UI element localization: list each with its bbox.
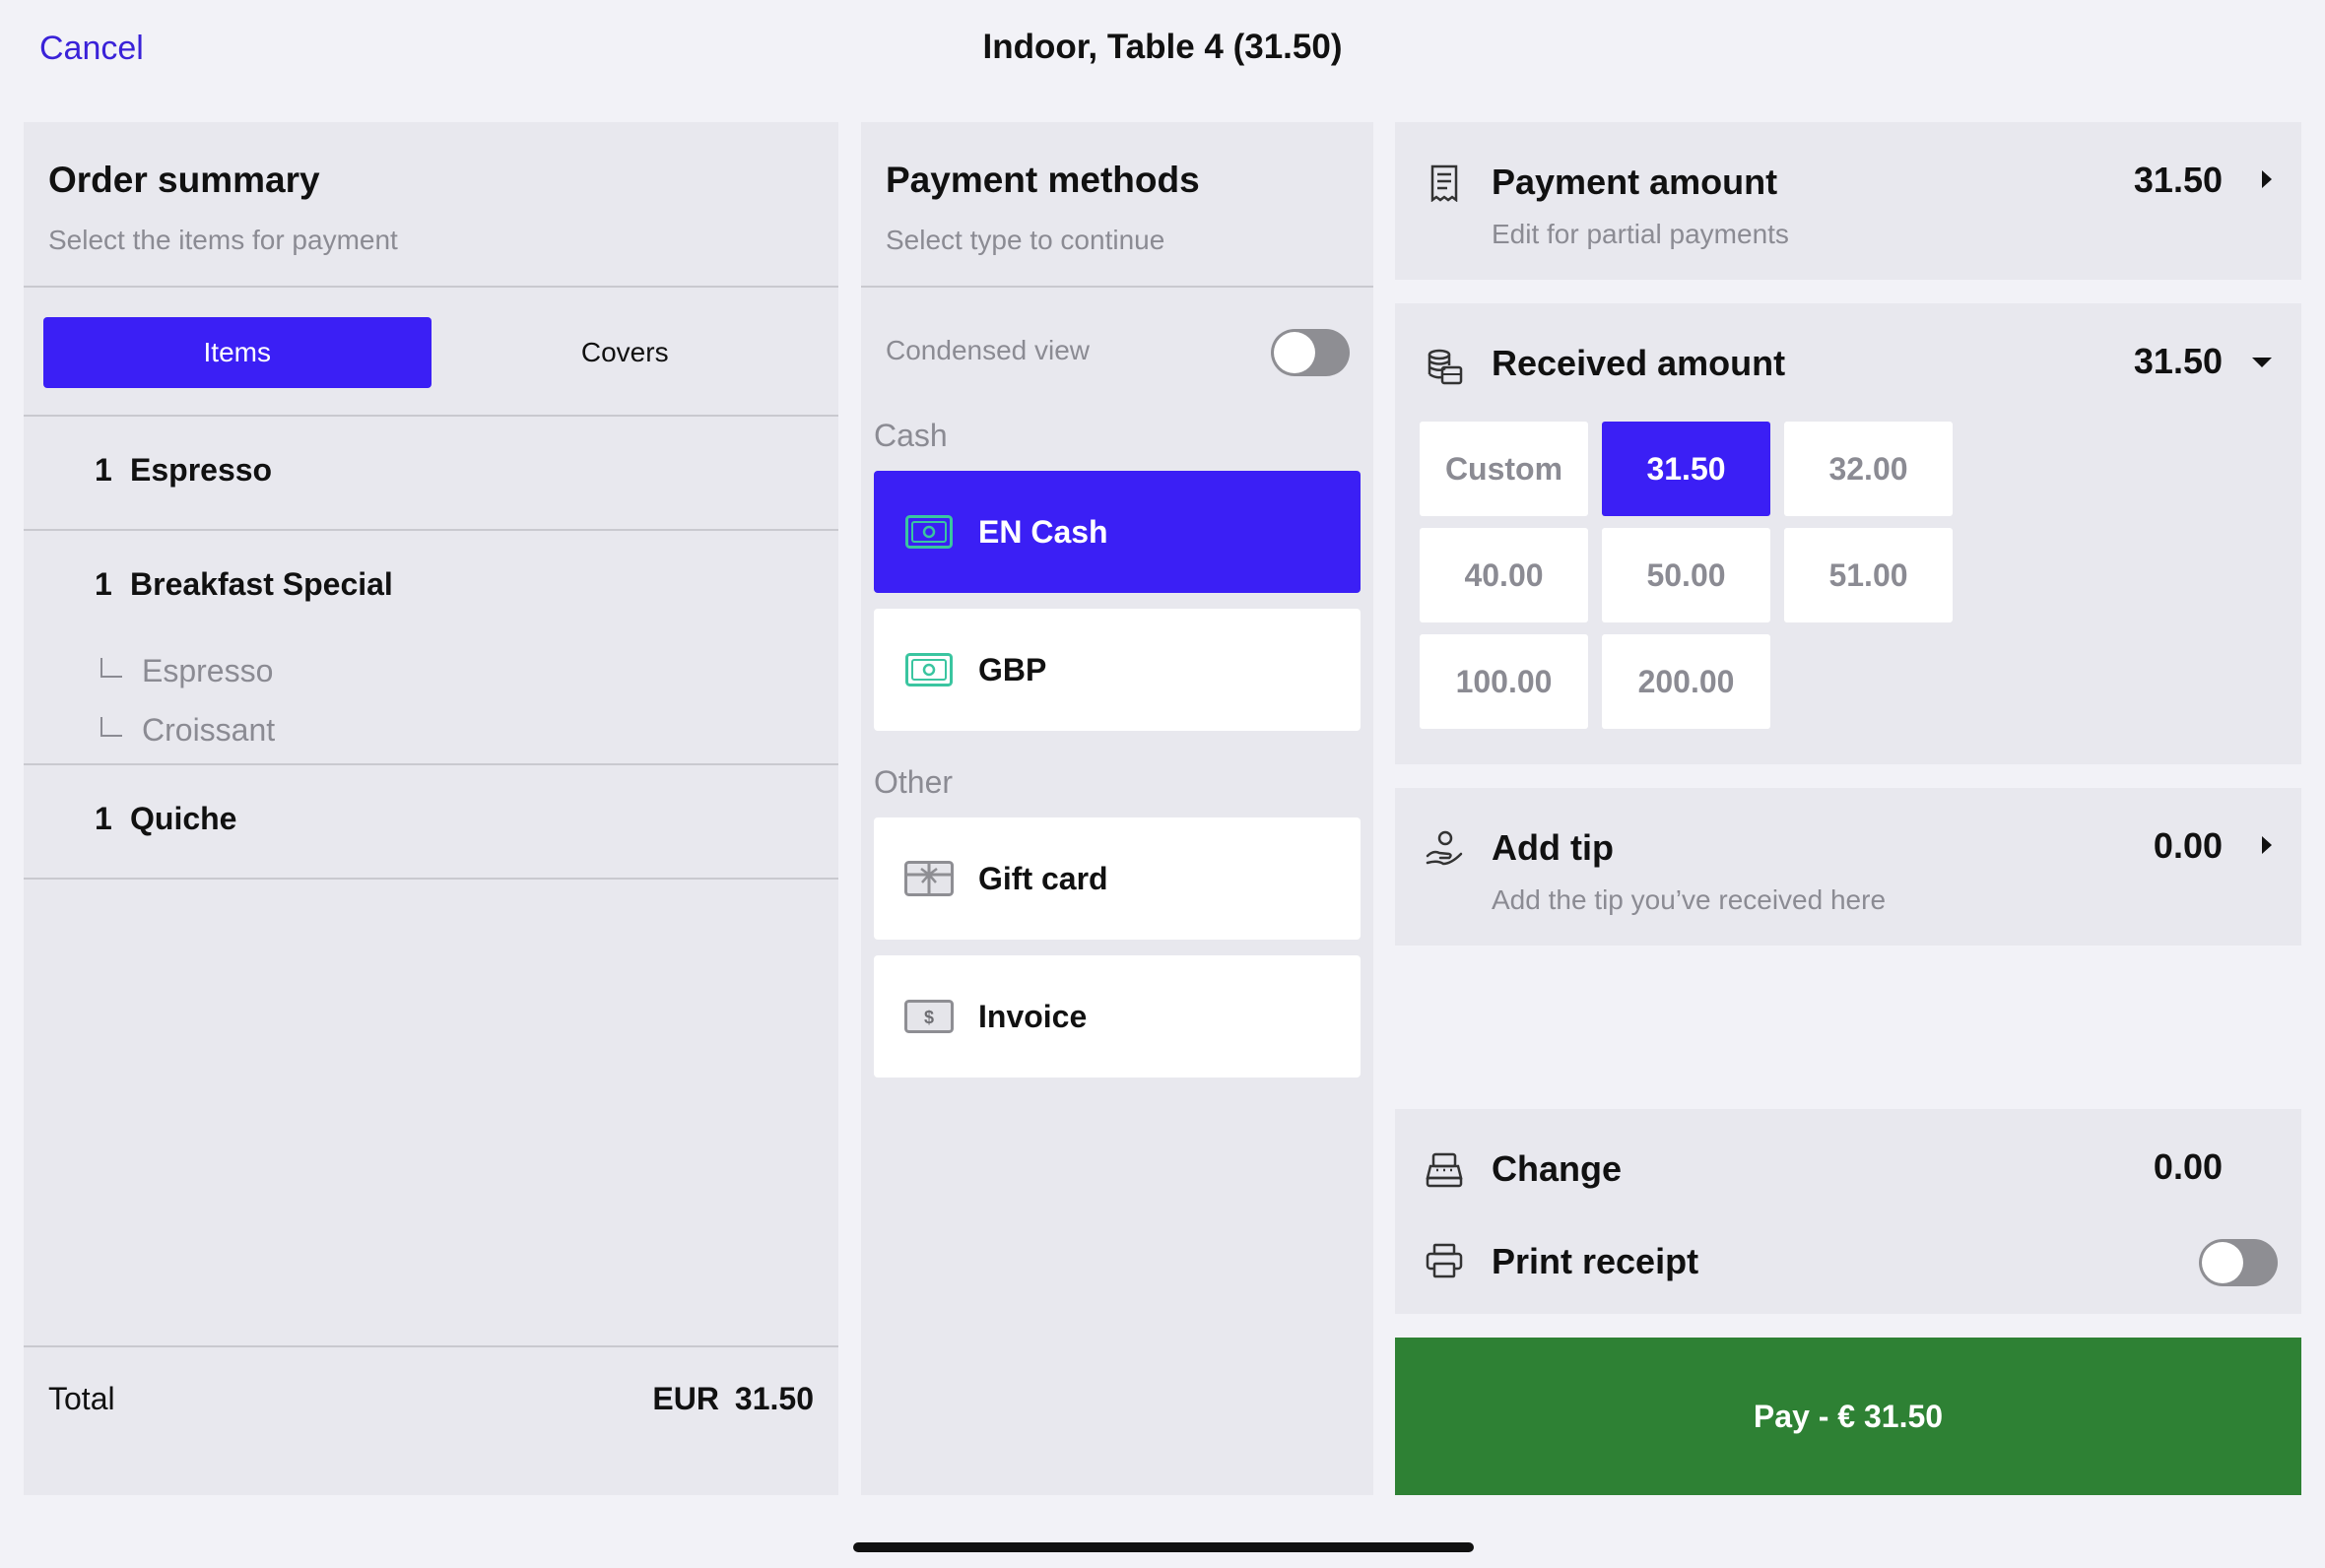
amount-option[interactable]: 40.00	[1420, 528, 1588, 622]
payment-method-gbp[interactable]: GBP	[874, 609, 1361, 731]
sub-item-corner-icon	[100, 717, 122, 737]
amount-option[interactable]: 200.00	[1602, 634, 1770, 729]
chevron-right-icon[interactable]	[2262, 170, 2272, 188]
condensed-view-toggle[interactable]	[1271, 329, 1350, 376]
modifier-name: Espresso	[142, 653, 274, 688]
hand-coin-icon	[1425, 829, 1464, 869]
payment-amount-subtitle: Edit for partial payments	[1492, 219, 1789, 249]
chevron-down-icon[interactable]	[2252, 358, 2272, 367]
sub-item-corner-icon	[100, 658, 122, 678]
change-title: Change	[1492, 1148, 1623, 1189]
total-label: Total	[48, 1381, 115, 1416]
page-title: Indoor, Table 4 (31.50)	[982, 28, 1343, 66]
amount-option[interactable]: 31.50	[1602, 422, 1770, 516]
amount-option[interactable]: 100.00	[1420, 634, 1588, 729]
coins-icon	[1425, 347, 1464, 386]
divider	[24, 1345, 838, 1347]
pay-button[interactable]: Pay - € 31.50	[1395, 1338, 2301, 1495]
order-item-qty: 1	[95, 452, 112, 488]
order-item-qty: 1	[95, 801, 112, 836]
amount-option[interactable]: 50.00	[1602, 528, 1770, 622]
print-receipt-toggle[interactable]	[2199, 1239, 2278, 1286]
amount-option[interactable]: 32.00	[1784, 422, 1953, 516]
tab-covers[interactable]: Covers	[432, 317, 820, 388]
print-receipt-title: Print receipt	[1492, 1241, 1699, 1281]
group-label-other: Other	[874, 764, 954, 800]
order-item-name: Quiche	[130, 801, 237, 836]
printer-icon	[1425, 1241, 1464, 1280]
amount-option[interactable]: 51.00	[1784, 528, 1953, 622]
total-value: EUR 31.50	[636, 1381, 814, 1417]
tip-value: 0.00	[2153, 825, 2223, 866]
payment-methods-title: Payment methods	[886, 160, 1200, 200]
add-tip-title: Add tip	[1492, 827, 1614, 868]
order-item-espresso[interactable]: 1 Espresso	[24, 417, 838, 531]
payment-methods-panel: Payment methods Select type to continue …	[861, 122, 1373, 1495]
items-covers-segmented-control: Items Covers	[43, 317, 819, 388]
payment-method-en-cash[interactable]: EN Cash	[874, 471, 1361, 593]
order-item-main: 1 Espresso	[95, 452, 272, 489]
add-tip-card[interactable]: Add tip Add the tip you’ve received here…	[1395, 788, 2301, 946]
cash-icon	[903, 650, 955, 689]
order-item-modifier: Espresso	[100, 653, 273, 689]
chevron-right-icon[interactable]	[2262, 836, 2272, 854]
payment-method-label: EN Cash	[978, 513, 1108, 550]
svg-text:$: $	[924, 1008, 934, 1027]
order-item-breakfast-special[interactable]: 1 Breakfast Special Espresso Croissant	[24, 531, 838, 765]
group-label-cash: Cash	[874, 418, 948, 453]
order-item-main: 1 Quiche	[95, 801, 236, 837]
receipt-icon	[1425, 163, 1464, 203]
order-summary-subtitle: Select the items for payment	[48, 225, 398, 255]
payment-amount-title: Payment amount	[1492, 162, 1778, 202]
payment-methods-header: Payment methods Select type to continue	[861, 122, 1373, 288]
tab-items[interactable]: Items	[43, 317, 432, 388]
order-summary-header: Order summary Select the items for payme…	[24, 122, 838, 288]
order-summary-panel: Order summary Select the items for payme…	[24, 122, 838, 1495]
home-indicator	[853, 1542, 1474, 1552]
order-item-qty: 1	[95, 566, 112, 602]
payment-method-gift-card[interactable]: Gift card	[874, 817, 1361, 940]
order-summary-title: Order summary	[48, 160, 320, 200]
payment-methods-subtitle: Select type to continue	[886, 225, 1165, 255]
invoice-icon: $	[903, 997, 955, 1036]
gift-card-icon	[903, 859, 955, 898]
order-item-name: Espresso	[130, 452, 273, 488]
order-item-name: Breakfast Special	[130, 566, 393, 602]
modifier-name: Croissant	[142, 712, 276, 748]
payment-method-label: GBP	[978, 651, 1047, 687]
total-currency: EUR	[652, 1381, 719, 1416]
order-item-main: 1 Breakfast Special	[95, 566, 393, 603]
received-amount-card: Received amount 31.50 Custom 31.50 32.00…	[1395, 303, 2301, 764]
condensed-view-label: Condensed view	[886, 335, 1091, 365]
payment-method-invoice[interactable]: $ Invoice	[874, 955, 1361, 1078]
payment-screen: Cancel Indoor, Table 4 (31.50) Order sum…	[0, 0, 2325, 1568]
change-value: 0.00	[2153, 1146, 2223, 1187]
change-card: Change 0.00 Print receipt	[1395, 1109, 2301, 1314]
cash-register-icon	[1425, 1150, 1464, 1190]
payment-amount-card[interactable]: Payment amount Edit for partial payments…	[1395, 122, 2301, 280]
payment-method-label: Gift card	[978, 860, 1108, 896]
order-item-modifier: Croissant	[100, 712, 275, 749]
payment-amount-value: 31.50	[2133, 160, 2223, 200]
total-amount: 31.50	[734, 1381, 814, 1416]
cash-icon	[903, 512, 955, 552]
amount-option-custom[interactable]: Custom	[1420, 422, 1588, 516]
order-item-quiche[interactable]: 1 Quiche	[24, 765, 838, 880]
add-tip-subtitle: Add the tip you’ve received here	[1492, 884, 1887, 915]
payment-method-label: Invoice	[978, 998, 1088, 1034]
received-amount-title: Received amount	[1492, 343, 1786, 383]
received-amount-value: 31.50	[2133, 341, 2223, 381]
